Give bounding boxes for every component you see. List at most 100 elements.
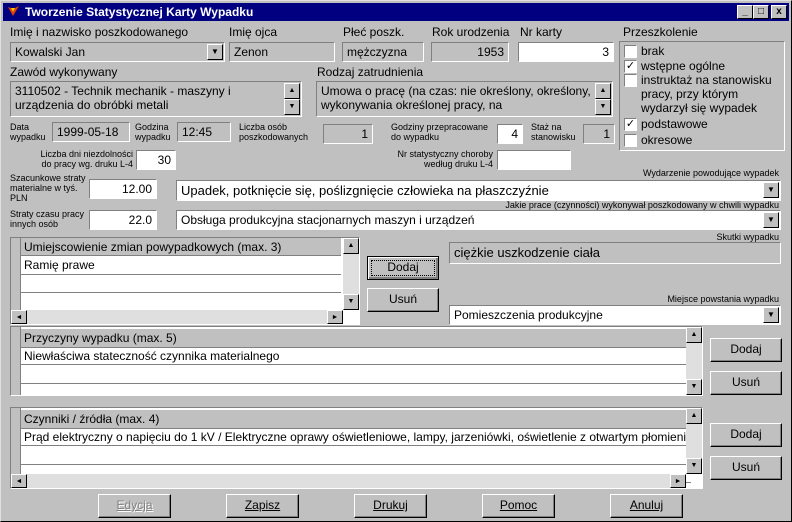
- time-loss-value: 22.0: [128, 213, 152, 227]
- window-title: Tworzenie Statystycznej Karty Wypadku: [25, 5, 254, 19]
- father-field: Zenon: [229, 42, 335, 62]
- arrow-up-icon[interactable]: ▲: [284, 83, 300, 99]
- time-loss-label: Straty czasu pracy innych osób: [10, 209, 85, 229]
- sex-value: mężczyzna: [347, 45, 408, 59]
- event-value: Upadek, potknięcie się, poślizgnięcie cz…: [181, 183, 549, 198]
- causes-grid-vscroll[interactable]: ▲ ▼: [686, 327, 702, 395]
- factors-grid-hscroll[interactable]: ◄ ►: [11, 474, 686, 488]
- arrow-down-icon[interactable]: ▼: [686, 458, 702, 474]
- table-row[interactable]: Prąd elektryczny o napięciu do 1 kV / El…: [21, 428, 691, 446]
- arrow-right-icon[interactable]: ►: [327, 310, 343, 324]
- table-row[interactable]: [21, 384, 691, 395]
- event-dropdown[interactable]: Upadek, potknięcie się, poślizgnięcie cz…: [176, 180, 781, 201]
- card-no-input[interactable]: 3: [518, 42, 614, 62]
- help-button[interactable]: Pomoc: [482, 494, 555, 518]
- arrow-down-icon[interactable]: ▼: [595, 99, 611, 115]
- factors-add-button[interactable]: Dodaj: [710, 423, 782, 447]
- maximize-icon: □: [757, 6, 765, 17]
- birth-year-field: 1953: [431, 42, 509, 62]
- causes-remove-button[interactable]: Usuń: [710, 371, 782, 395]
- main-window: Tworzenie Statystycznej Karty Wypadku _ …: [0, 0, 792, 522]
- employment-label: Rodzaj zatrudnienia: [317, 65, 424, 79]
- sick-days-input[interactable]: 30: [136, 150, 176, 170]
- injury-remove-button[interactable]: Usuń: [367, 288, 439, 312]
- card-no-value: 3: [602, 45, 609, 59]
- employment-field[interactable]: Umowa o pracę (na czas: nie określony, o…: [316, 81, 613, 117]
- factors-grid[interactable]: Czynniki / źródła (max. 4) Prąd elektryc…: [10, 407, 703, 489]
- chevron-down-icon[interactable]: ▼: [207, 44, 223, 60]
- arrow-up-icon[interactable]: ▲: [686, 408, 702, 424]
- accident-date-field: 1999-05-18: [52, 122, 130, 142]
- sex-field: mężczyzna: [342, 42, 424, 62]
- material-loss-label: Szacunkowe straty materialne w tyś. PLN: [10, 173, 86, 203]
- training-basic-checkbox[interactable]: ✓: [624, 118, 637, 131]
- name-value: Kowalski Jan: [15, 45, 86, 59]
- injury-grid-vscroll[interactable]: ▲ ▼: [343, 238, 359, 310]
- hours-worked-input[interactable]: 4: [497, 124, 523, 144]
- work-dropdown[interactable]: Obsługa produkcyjna stacjonarnych maszyn…: [176, 210, 781, 230]
- arrow-left-icon[interactable]: ◄: [11, 474, 27, 488]
- table-row[interactable]: Ramię prawe: [21, 257, 341, 275]
- injury-add-button[interactable]: Dodaj: [367, 256, 439, 280]
- minimize-button[interactable]: _: [737, 5, 753, 19]
- training-periodic-checkbox[interactable]: [624, 134, 637, 147]
- chevron-down-icon[interactable]: ▼: [763, 182, 779, 198]
- causes-add-button[interactable]: Dodaj: [710, 338, 782, 362]
- time-loss-input[interactable]: 22.0: [89, 210, 157, 230]
- arrow-down-icon[interactable]: ▼: [284, 99, 300, 115]
- table-row[interactable]: [21, 447, 691, 465]
- occupation-field[interactable]: 3110502 - Technik mechanik - maszyny i u…: [10, 81, 302, 117]
- factors-remove-button[interactable]: Usuń: [710, 456, 782, 480]
- cancel-button[interactable]: Anuluj: [610, 494, 683, 518]
- training-label: Przeszkolenie: [623, 25, 698, 39]
- accident-hour-field: 12:45: [177, 122, 231, 142]
- close-button[interactable]: x: [771, 5, 787, 19]
- persons-label: Liczba osób poszkodowanych: [239, 122, 309, 142]
- effects-label: Skutki wypadku: [716, 232, 779, 242]
- print-button[interactable]: Drukuj: [354, 494, 427, 518]
- persons-value: 1: [361, 127, 368, 141]
- arrow-left-icon[interactable]: ◄: [11, 310, 27, 324]
- work-label: Jakie prace (czynności) wykonywał poszko…: [505, 200, 779, 210]
- factors-grid-vscroll[interactable]: ▲ ▼: [686, 408, 702, 474]
- employment-scrollbar[interactable]: ▲ ▼: [595, 83, 611, 115]
- arrow-down-icon[interactable]: ▼: [343, 294, 359, 310]
- arrow-up-icon[interactable]: ▲: [343, 238, 359, 254]
- arrow-down-icon[interactable]: ▼: [686, 379, 702, 395]
- place-dropdown[interactable]: Pomieszczenia produkcyjne ▼: [449, 305, 781, 325]
- training-workstation-label-2: pracy, przy którym: [641, 87, 739, 101]
- training-general-checkbox[interactable]: ✓: [624, 60, 637, 73]
- app-logo-icon: [6, 4, 21, 22]
- training-general-label: wstępne ogólne: [641, 59, 726, 73]
- arrow-up-icon[interactable]: ▲: [686, 327, 702, 343]
- disease-no-input[interactable]: [497, 150, 571, 170]
- causes-grid[interactable]: Przyczyny wypadku (max. 5) Niewłaściwa s…: [10, 326, 703, 396]
- title-bar[interactable]: Tworzenie Statystycznej Karty Wypadku _ …: [3, 3, 789, 21]
- work-value: Obsługa produkcyjna stacjonarnych maszyn…: [181, 213, 475, 227]
- material-loss-input[interactable]: 12.00: [89, 179, 157, 199]
- table-row[interactable]: [21, 275, 341, 293]
- injury-grid[interactable]: Umiejscowienie zmian powypadkowych (max.…: [10, 237, 360, 325]
- arrow-right-icon[interactable]: ►: [670, 474, 686, 488]
- name-dropdown[interactable]: Kowalski Jan ▼: [10, 42, 225, 62]
- causes-grid-header: Przyczyny wypadku (max. 5): [21, 329, 691, 347]
- training-workstation-checkbox[interactable]: [624, 74, 637, 87]
- injury-grid-hscroll[interactable]: ◄ ►: [11, 310, 343, 324]
- material-loss-value: 12.00: [121, 182, 152, 196]
- table-row[interactable]: [21, 366, 691, 384]
- edit-button[interactable]: Edycja: [98, 494, 171, 518]
- chevron-down-icon[interactable]: ▼: [763, 212, 779, 228]
- maximize-button[interactable]: □: [753, 5, 769, 19]
- table-row[interactable]: Niewłaściwa stateczność czynnika materia…: [21, 347, 691, 365]
- occupation-scrollbar[interactable]: ▲ ▼: [284, 83, 300, 115]
- seniority-label: Staż na stanowisku: [531, 122, 576, 142]
- training-none-label: brak: [641, 44, 665, 58]
- event-label: Wydarzenie powodujące wypadek: [643, 168, 779, 178]
- hours-worked-label: Godziny przepracowane do wypadku: [391, 122, 489, 142]
- save-button[interactable]: Zapisz: [226, 494, 299, 518]
- table-row[interactable]: [21, 293, 341, 311]
- arrow-up-icon[interactable]: ▲: [595, 83, 611, 99]
- training-none-checkbox[interactable]: [624, 45, 637, 58]
- chevron-down-icon[interactable]: ▼: [763, 307, 779, 323]
- occupation-label: Zawód wykonywany: [10, 65, 118, 79]
